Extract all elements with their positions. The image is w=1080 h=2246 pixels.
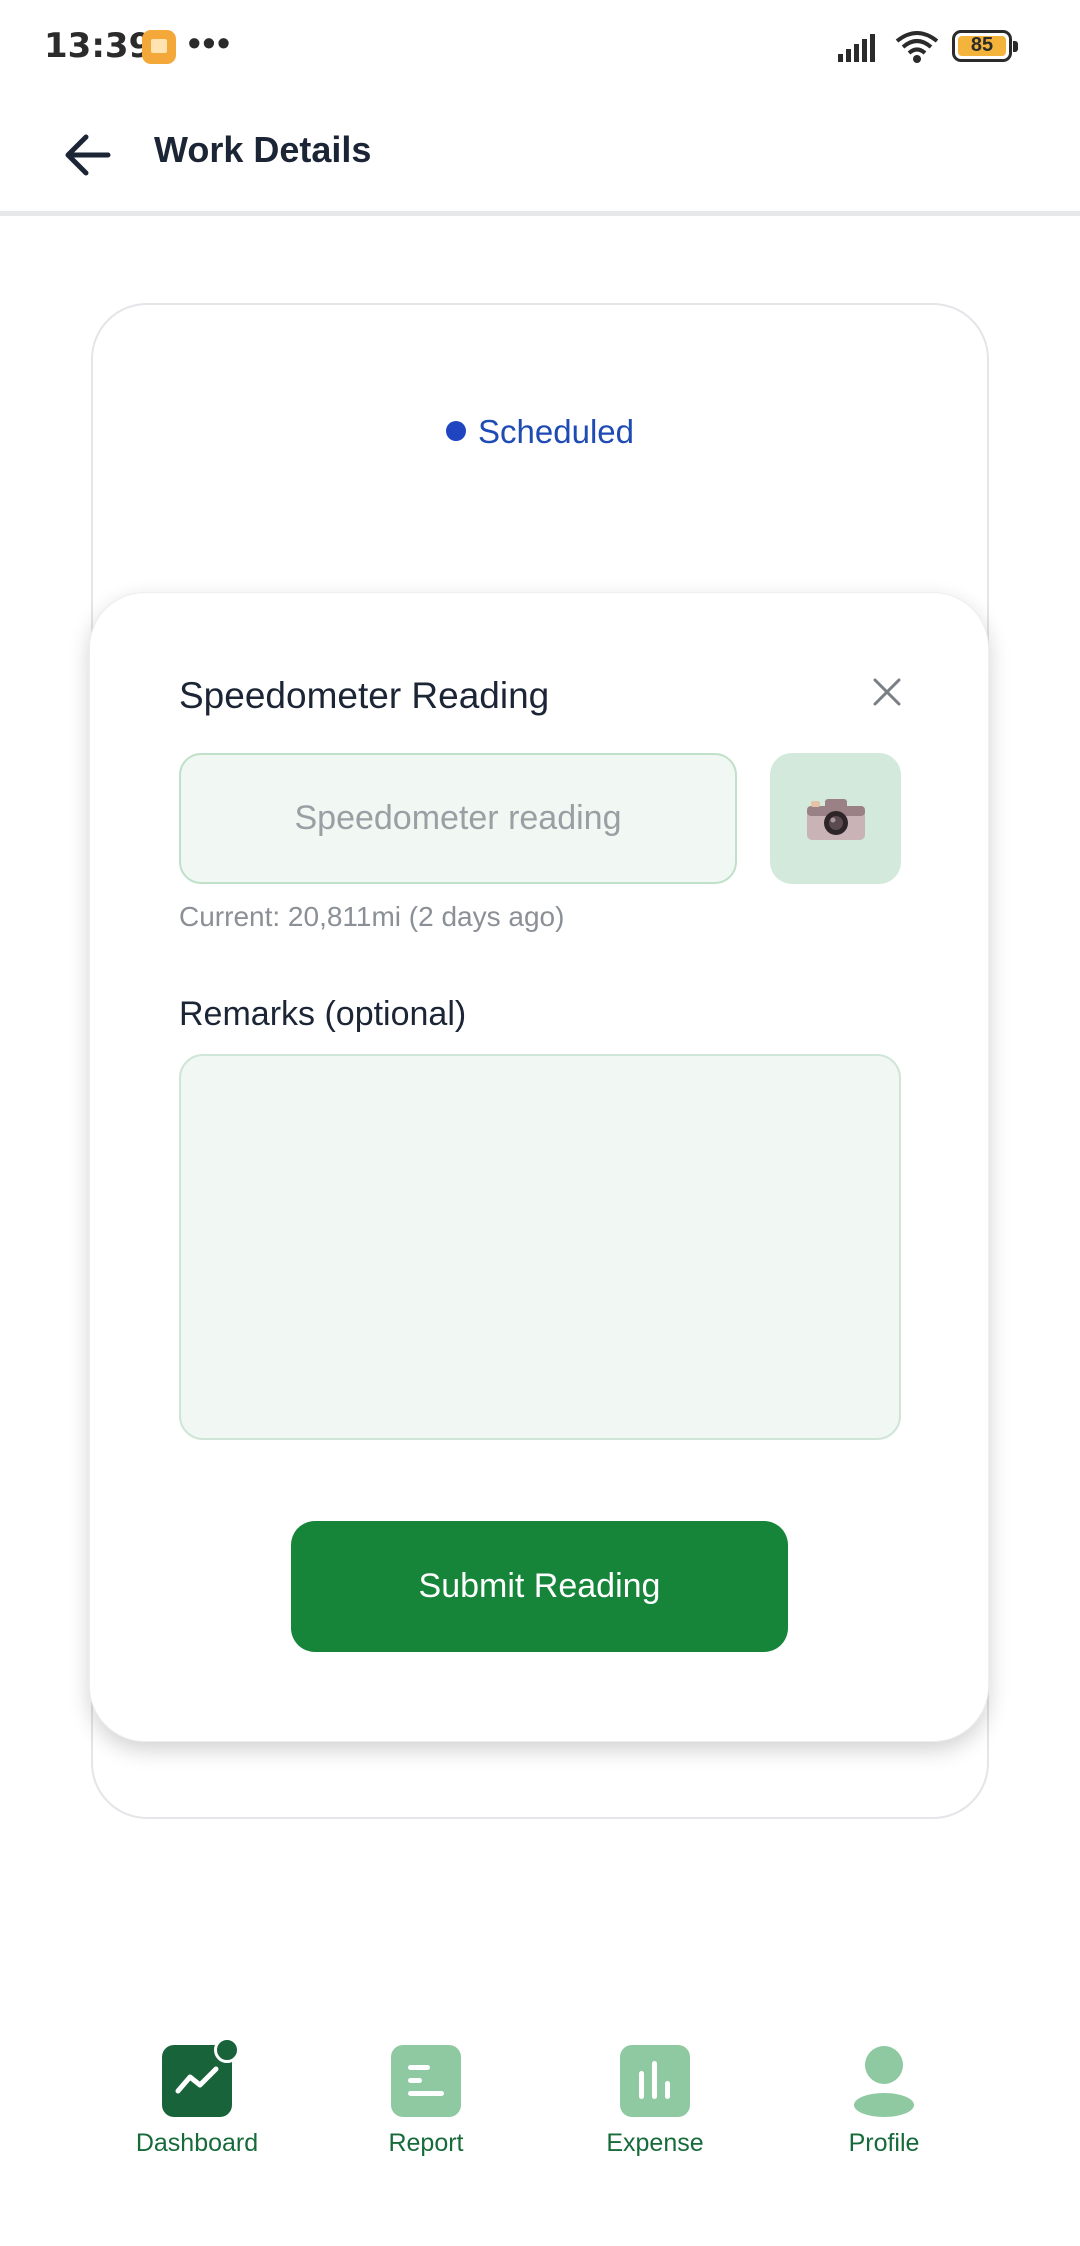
remarks-textarea[interactable]	[179, 1054, 901, 1440]
bottom-navigation: Dashboard Report Expense Profile	[0, 2030, 1080, 2246]
camera-button[interactable]	[770, 753, 901, 884]
nav-label-expense: Expense	[606, 2129, 704, 2157]
nav-item-report[interactable]: Report	[326, 2045, 526, 2158]
report-icon	[391, 2045, 461, 2117]
close-icon[interactable]	[870, 675, 904, 709]
battery-level: 85	[970, 34, 994, 56]
current-reading-note: Current: 20,811mi (2 days ago)	[179, 901, 565, 932]
nav-item-profile[interactable]: Profile	[784, 2045, 984, 2158]
back-arrow-icon[interactable]	[56, 123, 120, 187]
more-notifications-icon: •••	[188, 22, 232, 63]
bar-chart-icon	[620, 2045, 690, 2117]
status-label: Scheduled	[478, 413, 634, 450]
speedometer-input[interactable]	[179, 753, 737, 884]
speedometer-modal: Speedometer Reading Current: 20,811mi (2…	[89, 592, 989, 1742]
page-title: Work Details	[154, 129, 372, 170]
battery-icon: 85	[952, 30, 1018, 62]
status-time: 13:39	[44, 26, 153, 66]
nav-label-report: Report	[388, 2129, 464, 2157]
nav-item-dashboard[interactable]: Dashboard	[97, 2037, 297, 2158]
status-dot-icon	[446, 421, 467, 442]
app-header: Work Details	[0, 95, 1080, 216]
work-status: Scheduled	[93, 413, 987, 451]
person-icon	[849, 2045, 919, 2117]
submit-reading-button[interactable]: Submit Reading	[291, 1521, 788, 1652]
remarks-label: Remarks (optional)	[179, 995, 467, 1033]
notification-dot	[214, 2037, 240, 2063]
nav-item-expense[interactable]: Expense	[555, 2045, 755, 2158]
dashboard-chart-icon	[162, 2037, 240, 2117]
wifi-icon	[895, 31, 939, 63]
modal-title: Speedometer Reading	[179, 675, 550, 716]
camera-icon	[807, 799, 865, 840]
signal-icon	[838, 34, 875, 62]
status-bar: 13:39 ••• 85	[0, 0, 1080, 95]
app-notification-icon	[142, 30, 176, 64]
nav-label-profile: Profile	[848, 2129, 920, 2157]
nav-label-dashboard: Dashboard	[135, 2129, 259, 2157]
